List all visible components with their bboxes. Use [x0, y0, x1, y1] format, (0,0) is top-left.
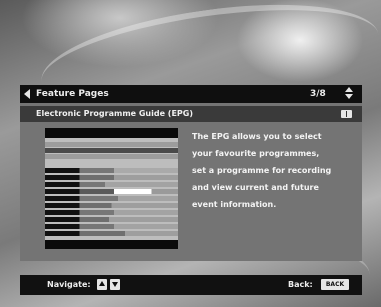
epg-preview-image — [45, 128, 178, 249]
description-line: event information. — [192, 200, 277, 209]
page-indicator: 3/8 — [310, 89, 326, 99]
navigate-label: Navigate: — [47, 280, 91, 289]
epg-preview-footer — [45, 240, 178, 249]
epg-preview-row — [45, 154, 178, 159]
up-arrow-icon — [99, 281, 105, 286]
back-label: Back: — [288, 280, 313, 289]
back-button[interactable]: BACK — [321, 279, 349, 290]
epg-preview-row — [45, 224, 178, 229]
epg-preview-row — [45, 168, 178, 173]
description-line: The EPG allows you to select — [192, 132, 322, 141]
epg-preview-row — [45, 196, 178, 201]
epg-preview-row — [45, 210, 178, 215]
epg-preview-row — [45, 182, 178, 187]
description-line: your favourite programmes, — [192, 149, 320, 158]
epg-preview-row — [45, 189, 178, 194]
section-title: Electronic Programme Guide (EPG) — [36, 109, 194, 118]
epg-preview-row — [45, 148, 178, 153]
down-arrow-icon — [345, 94, 353, 99]
feature-description: The EPG allows you to select your favour… — [192, 128, 364, 213]
epg-preview-row — [45, 203, 178, 208]
left-arrow-icon[interactable] — [24, 89, 30, 99]
epg-preview-row — [45, 142, 178, 147]
up-key-button[interactable] — [97, 279, 107, 290]
page-title: Feature Pages — [36, 89, 109, 99]
epg-preview-header — [45, 128, 178, 138]
epg-preview-row — [45, 231, 178, 236]
description-line: and view current and future — [192, 183, 319, 192]
down-arrow-icon — [112, 282, 118, 287]
down-key-button[interactable] — [110, 279, 120, 290]
book-icon — [341, 110, 352, 118]
description-line: set a programme for recording — [192, 166, 332, 175]
up-arrow-icon — [345, 87, 353, 92]
epg-preview-row — [45, 175, 178, 180]
up-down-arrows-icon[interactable] — [344, 87, 354, 101]
epg-preview-row — [45, 217, 178, 222]
